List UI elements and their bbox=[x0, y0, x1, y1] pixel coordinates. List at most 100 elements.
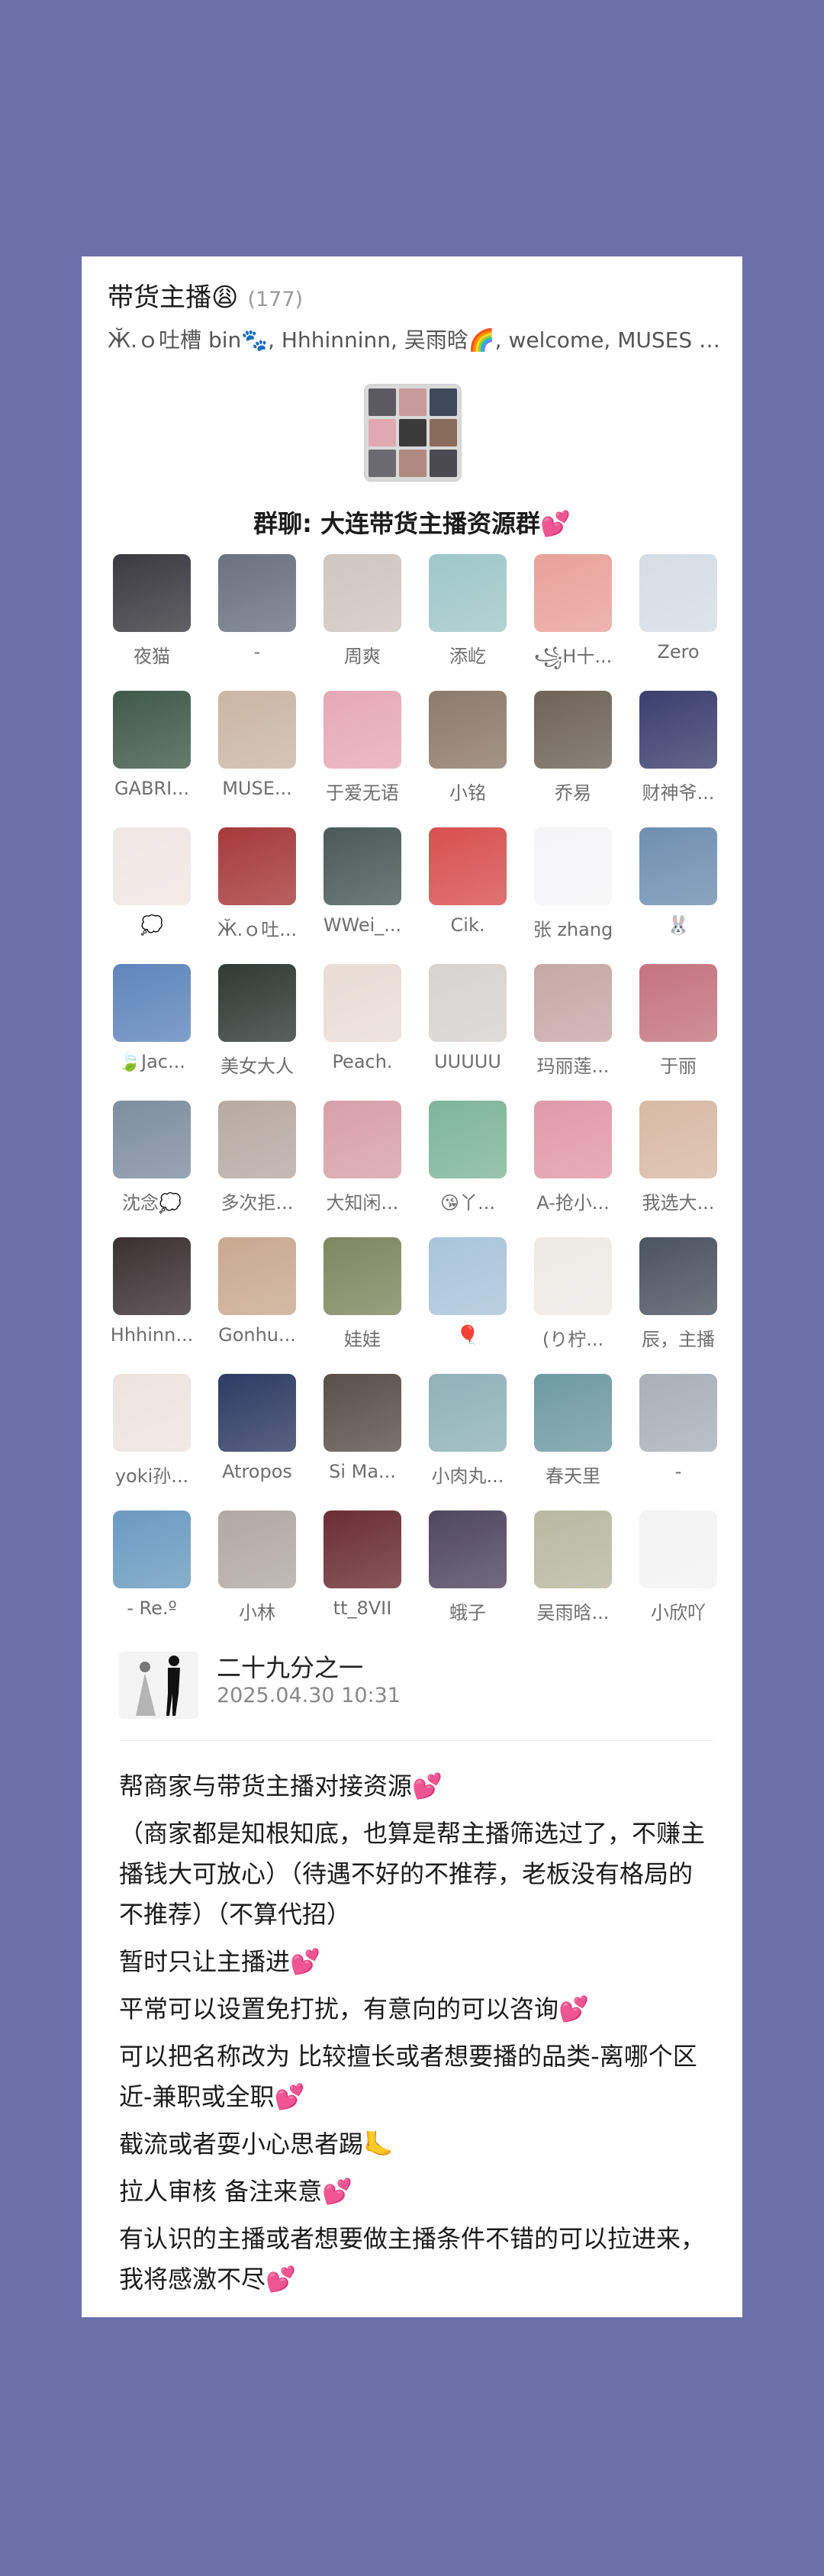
member-item[interactable]: 吴雨晗... bbox=[520, 1510, 626, 1647]
member-avatar[interactable] bbox=[218, 1374, 296, 1452]
member-avatar[interactable] bbox=[429, 1101, 507, 1178]
member-avatar[interactable] bbox=[323, 554, 401, 632]
member-item[interactable]: 添屹 bbox=[415, 554, 520, 691]
member-item[interactable]: ꧁H十... bbox=[520, 554, 626, 691]
member-avatar[interactable] bbox=[534, 1510, 612, 1588]
member-item[interactable]: Gonhu... bbox=[204, 1237, 310, 1374]
member-item[interactable]: 我选大... bbox=[626, 1101, 731, 1237]
member-avatar[interactable] bbox=[429, 691, 507, 769]
member-avatar[interactable] bbox=[218, 827, 296, 905]
member-item[interactable]: 小肉丸... bbox=[415, 1374, 520, 1510]
member-avatar[interactable] bbox=[323, 1374, 401, 1452]
poster-avatar[interactable] bbox=[119, 1652, 198, 1719]
member-avatar[interactable] bbox=[534, 691, 612, 769]
member-item[interactable]: 乔易 bbox=[520, 691, 626, 827]
member-item[interactable]: 🐰 bbox=[626, 827, 731, 964]
member-avatar[interactable] bbox=[113, 1101, 191, 1178]
member-avatar[interactable] bbox=[534, 964, 612, 1042]
member-avatar[interactable] bbox=[429, 554, 507, 632]
member-item[interactable]: 大知闲... bbox=[310, 1101, 415, 1237]
member-item[interactable]: 美女大人 bbox=[204, 964, 310, 1101]
member-item[interactable]: Ӂ.ｏ吐... bbox=[204, 827, 310, 964]
member-item[interactable]: 🍃Jac... bbox=[99, 964, 204, 1101]
member-item[interactable]: (り柠... bbox=[520, 1237, 626, 1374]
member-item[interactable]: 张 zhang bbox=[520, 827, 626, 964]
member-avatar[interactable] bbox=[218, 964, 296, 1042]
member-avatar[interactable] bbox=[534, 827, 612, 905]
member-avatar[interactable] bbox=[323, 1510, 401, 1588]
member-avatar[interactable] bbox=[429, 964, 507, 1042]
member-names-preview[interactable]: Ӂ.ｏ吐槽 bin🐾, Hhhinninn, 吴雨晗🌈, welcome, MU… bbox=[108, 324, 726, 354]
member-item[interactable]: 周爽 bbox=[310, 554, 415, 691]
member-avatar[interactable] bbox=[639, 827, 717, 905]
member-item[interactable]: Atropos bbox=[204, 1374, 310, 1510]
member-avatar[interactable] bbox=[639, 1101, 717, 1178]
member-item[interactable]: MUSE... bbox=[204, 691, 310, 827]
member-avatar[interactable] bbox=[113, 1374, 191, 1452]
member-avatar[interactable] bbox=[113, 554, 191, 632]
member-item[interactable]: Hhhinn... bbox=[99, 1237, 204, 1374]
member-avatar[interactable] bbox=[113, 1510, 191, 1588]
member-item[interactable]: Zero bbox=[626, 554, 731, 691]
member-avatar[interactable] bbox=[639, 1237, 717, 1315]
member-avatar[interactable] bbox=[323, 1101, 401, 1178]
member-avatar[interactable] bbox=[218, 1510, 296, 1588]
member-avatar[interactable] bbox=[639, 554, 717, 632]
member-item[interactable]: - Re.º bbox=[99, 1510, 204, 1647]
member-item[interactable]: GABRI... bbox=[99, 691, 204, 827]
member-item[interactable]: A-抢小... bbox=[520, 1101, 626, 1237]
member-avatar[interactable] bbox=[218, 691, 296, 769]
member-avatar[interactable] bbox=[113, 964, 191, 1042]
member-item[interactable]: UUUUU bbox=[415, 964, 520, 1101]
member-item[interactable]: 小林 bbox=[204, 1510, 310, 1647]
member-item[interactable]: 小欣吖 bbox=[626, 1510, 731, 1647]
member-avatar[interactable] bbox=[323, 691, 401, 769]
member-item[interactable]: 蛾子 bbox=[415, 1510, 520, 1647]
member-item[interactable]: 😘丫... bbox=[415, 1101, 520, 1237]
member-item[interactable]: 小铭 bbox=[415, 691, 520, 827]
member-avatar[interactable] bbox=[113, 691, 191, 769]
member-item[interactable]: 夜猫 bbox=[99, 554, 204, 691]
member-avatar[interactable] bbox=[639, 1374, 717, 1452]
member-avatar[interactable] bbox=[429, 1374, 507, 1452]
member-avatar[interactable] bbox=[429, 1510, 507, 1588]
member-item[interactable]: Cik. bbox=[415, 827, 520, 964]
member-item[interactable]: 多次拒... bbox=[204, 1101, 310, 1237]
member-avatar[interactable] bbox=[323, 1237, 401, 1315]
member-avatar[interactable] bbox=[429, 827, 507, 905]
member-avatar[interactable] bbox=[429, 1237, 507, 1315]
member-avatar[interactable] bbox=[534, 1237, 612, 1315]
member-item[interactable]: Si Ma... bbox=[310, 1374, 415, 1510]
member-avatar[interactable] bbox=[218, 554, 296, 632]
member-item[interactable]: 于爱无语 bbox=[310, 691, 415, 827]
member-item[interactable]: 🎈 bbox=[415, 1237, 520, 1374]
member-item[interactable]: Peach. bbox=[310, 964, 415, 1101]
member-avatar[interactable] bbox=[639, 691, 717, 769]
member-item[interactable]: 于丽 bbox=[626, 964, 731, 1101]
member-avatar[interactable] bbox=[113, 827, 191, 905]
member-avatar[interactable] bbox=[323, 827, 401, 905]
member-avatar[interactable] bbox=[218, 1237, 296, 1315]
member-item[interactable]: - bbox=[204, 554, 310, 691]
member-item[interactable]: tt_8VII bbox=[310, 1510, 415, 1647]
group-avatar[interactable] bbox=[365, 385, 461, 481]
member-avatar[interactable] bbox=[323, 964, 401, 1042]
member-item[interactable]: - bbox=[626, 1374, 731, 1510]
member-item[interactable]: WWei_... bbox=[310, 827, 415, 964]
member-avatar[interactable] bbox=[218, 1101, 296, 1178]
member-item[interactable]: yoki孙... bbox=[99, 1374, 204, 1510]
member-item[interactable]: 💭 bbox=[99, 827, 204, 964]
member-item[interactable]: 辰，主播 bbox=[626, 1237, 731, 1374]
member-item[interactable]: 沈念💭 bbox=[99, 1101, 204, 1237]
member-avatar[interactable] bbox=[534, 1374, 612, 1452]
group-name[interactable]: 带货主播😩 bbox=[108, 276, 238, 314]
member-avatar[interactable] bbox=[534, 1101, 612, 1178]
member-avatar[interactable] bbox=[113, 1237, 191, 1315]
member-item[interactable]: 春天里 bbox=[520, 1374, 626, 1510]
member-item[interactable]: 财神爷... bbox=[626, 691, 731, 827]
member-avatar[interactable] bbox=[639, 1510, 717, 1588]
member-avatar[interactable] bbox=[639, 964, 717, 1042]
member-item[interactable]: 玛丽莲... bbox=[520, 964, 626, 1101]
member-avatar[interactable] bbox=[534, 554, 612, 632]
member-item[interactable]: 娃娃 bbox=[310, 1237, 415, 1374]
